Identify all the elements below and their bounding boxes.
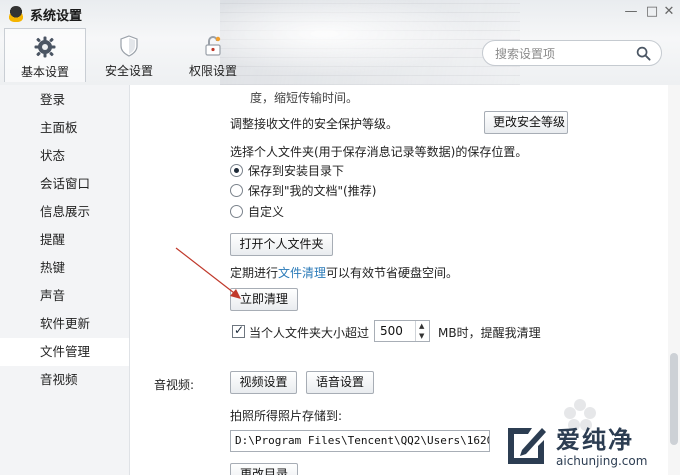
video-settings-button[interactable]: 视频设置 [230, 371, 297, 394]
sidebar-item-login[interactable]: 登录 [0, 86, 129, 114]
watermark-url: aichunjing.com [556, 454, 648, 468]
clean-now-button[interactable]: 立即清理 [230, 288, 298, 311]
content-scrollbar[interactable] [668, 85, 680, 475]
stepper-down-icon[interactable]: ▼ [419, 332, 424, 340]
folder-location-description: 选择个人文件夹(用于保存消息记录等数据)的保存位置。 [230, 145, 528, 159]
sidebar-item-main-panel[interactable]: 主面板 [0, 114, 129, 142]
minimize-button[interactable]: — [622, 4, 640, 20]
cleanup-prefix: 定期进行 [230, 266, 279, 280]
radio-save-my-documents[interactable]: 保存到"我的文档"(推荐) [230, 181, 376, 199]
search-box [482, 40, 662, 66]
search-icon[interactable] [636, 46, 651, 61]
gear-icon [5, 35, 85, 59]
file-cleanup-link[interactable]: 文件清理 [278, 266, 326, 280]
radio-save-install-dir-label: 保存到安装目录下 [248, 163, 345, 178]
cleanup-suffix: 可以有效节省硬盘空间。 [326, 266, 459, 280]
stepper-up-icon[interactable]: ▲ [419, 322, 424, 330]
radio-save-install-dir[interactable]: 保存到安装目录下 [230, 161, 344, 179]
size-limit-value[interactable]: 500 [380, 324, 403, 338]
photo-path-field[interactable]: D:\Program Files\Tencent\QQ2\Users\16204… [230, 430, 490, 452]
sidebar-item-status[interactable]: 状态 [0, 142, 129, 170]
sidebar-item-software-update[interactable]: 软件更新 [0, 310, 129, 338]
sidebar-item-chat-window[interactable]: 会话窗口 [0, 170, 129, 198]
sidebar-item-reminders[interactable]: 提醒 [0, 226, 129, 254]
maximize-button[interactable]: □ [643, 4, 661, 20]
shield-icon [88, 34, 170, 58]
radio-button[interactable] [230, 204, 243, 218]
radio-custom-location[interactable]: 自定义 [230, 202, 284, 220]
security-level-description: 调整接收文件的安全保护等级。 [230, 117, 399, 131]
tab-security-settings[interactable]: 安全设置 [88, 28, 170, 82]
transfer-tip-text: 度，缩短传输时间。 [250, 91, 359, 105]
size-warning-checkbox[interactable] [232, 323, 245, 338]
audio-video-section-label: 音视频: [154, 378, 195, 392]
size-warning-suffix: MB时，提醒我清理 [438, 326, 541, 340]
tab-permission-settings-label: 权限设置 [188, 64, 237, 78]
radio-button[interactable] [230, 183, 243, 197]
audio-settings-button[interactable]: 语音设置 [306, 371, 374, 394]
tab-permission-settings[interactable]: 权限设置 [172, 28, 254, 82]
close-button[interactable]: ✕ [660, 4, 678, 20]
stepper-arrows[interactable]: ▲ ▼ [415, 321, 429, 341]
cleanup-description: 定期进行文件清理可以有效节省硬盘空间。 [230, 264, 458, 281]
sidebar-item-info-display[interactable]: 信息展示 [0, 198, 129, 226]
radio-button-selected[interactable] [230, 163, 243, 177]
tab-basic-settings[interactable]: 基本设置 [4, 28, 86, 82]
qq-penguin-icon [8, 6, 24, 22]
tab-security-settings-label: 安全设置 [104, 64, 153, 78]
open-personal-folder-button[interactable]: 打开个人文件夹 [230, 233, 333, 256]
change-security-level-button[interactable]: 更改安全等级 [484, 111, 568, 134]
size-limit-stepper[interactable]: 500 ▲ ▼ [374, 320, 430, 342]
watermark-logo-icon [508, 428, 546, 464]
change-directory-button[interactable]: 更改目录 [230, 463, 298, 475]
sidebar-item-sound[interactable]: 声音 [0, 282, 129, 310]
watermark-brand: 爱纯净 [556, 426, 634, 454]
settings-sidebar: 登录 主面板 状态 会话窗口 信息展示 提醒 热键 声音 软件更新 文件管理 音… [0, 85, 130, 475]
size-warning-prefix: 当个人文件夹大小超过 [249, 326, 370, 340]
tab-basic-settings-label: 基本设置 [20, 65, 69, 79]
header-background-art [220, 0, 520, 85]
settings-header: 系统设置 — □ ✕ 基本设置 安全设置 权限设置 搜索设置项 [0, 0, 680, 85]
sidebar-item-file-management[interactable]: 文件管理 [0, 338, 129, 366]
sidebar-item-hotkeys[interactable]: 热键 [0, 254, 129, 282]
window-title: 系统设置 [30, 9, 83, 24]
aichunjing-watermark: 爱纯净 aichunjing.com [498, 418, 680, 475]
sidebar-item-audio-video[interactable]: 音视频 [0, 366, 129, 394]
radio-custom-location-label: 自定义 [248, 204, 285, 219]
lock-icon [172, 34, 254, 58]
search-input[interactable] [495, 45, 625, 62]
radio-save-my-documents-label: 保存到"我的文档"(推荐) [248, 183, 377, 198]
photo-save-label: 拍照所得照片存储到: [230, 409, 343, 423]
